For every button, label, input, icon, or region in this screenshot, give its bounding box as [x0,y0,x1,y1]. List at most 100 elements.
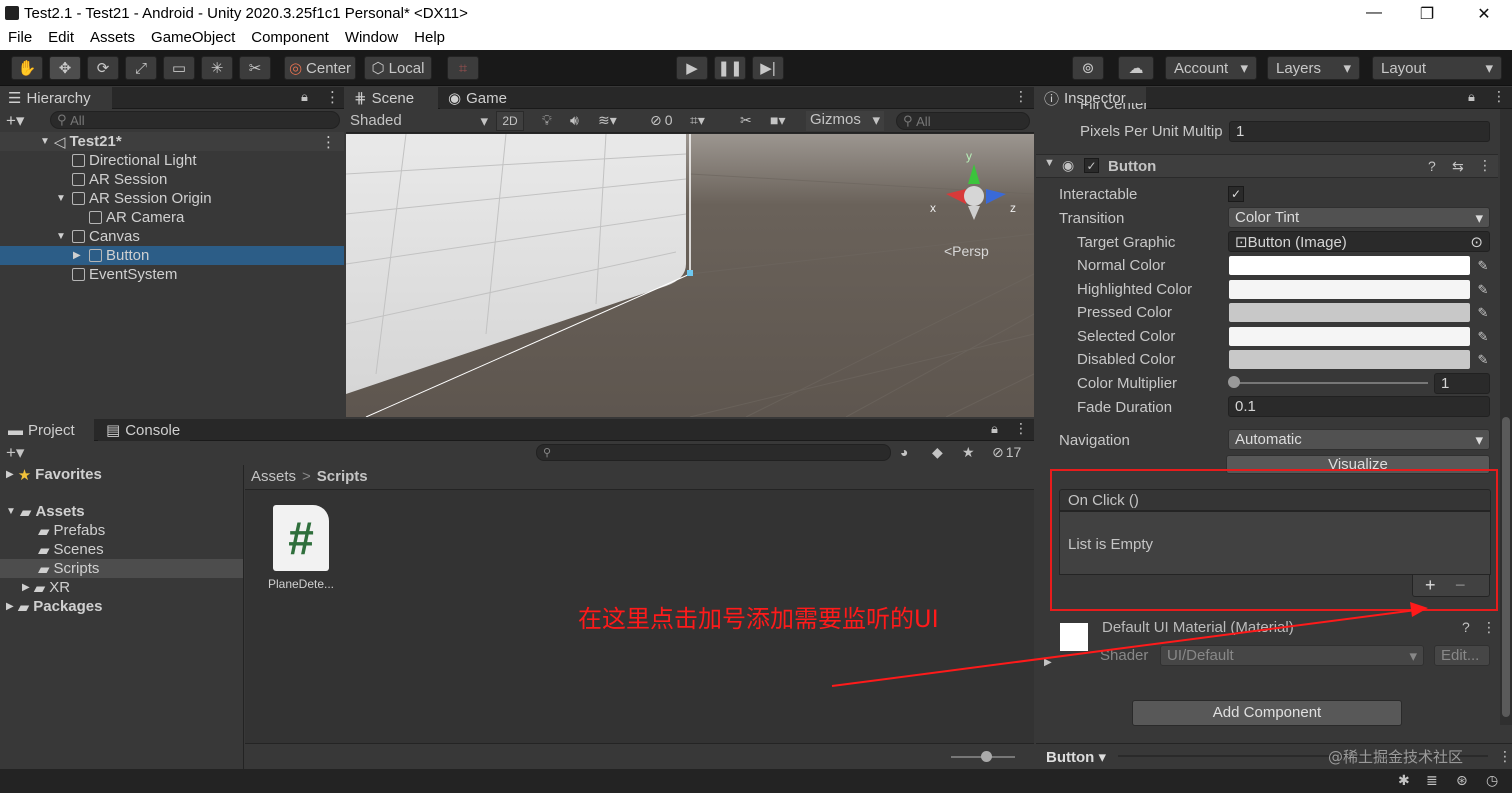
hierarchy-item[interactable]: ▼ Canvas [0,227,344,246]
minimize-button[interactable]: — [1364,4,1384,24]
packages-row[interactable]: ▶ ▰ Packages [6,597,102,616]
preset-icon[interactable]: ⇆ [1452,158,1464,175]
grid-snap-icon[interactable]: ⌗ [447,56,479,80]
menu-file[interactable]: File [0,28,40,50]
transition-dropdown[interactable]: Color Tint ▾ [1228,207,1490,228]
effects-icon[interactable]: ≋▾ [598,112,617,129]
step-button[interactable]: ▶| [752,56,784,80]
target-graphic-field[interactable]: ⊡Button (Image) ⊙ [1228,231,1490,252]
hand-tool-icon[interactable]: ✋ [11,56,43,80]
pressed-color-swatch[interactable] [1229,303,1470,323]
menu-component[interactable]: Component [243,28,337,50]
more-icon[interactable]: ⋮ [325,88,340,106]
eyedropper-icon[interactable]: ✎ [1474,257,1492,275]
add-icon[interactable]: +▾ [6,111,24,131]
eyedropper-icon[interactable]: ✎ [1474,351,1492,369]
more-icon[interactable]: ⋮ [1014,420,1028,437]
rect-tool-icon[interactable]: ▭ [163,56,195,80]
color-multiplier-input[interactable]: 1 [1434,373,1490,394]
bug-icon[interactable]: ✱ [1398,772,1410,789]
eyedropper-icon[interactable]: ✎ [1474,304,1492,322]
inspector-scrollbar-thumb[interactable] [1502,417,1510,717]
layout-dropdown[interactable]: Layout ▾ [1372,56,1502,80]
hidden-objects-toggle[interactable]: ⊘ 0 [650,112,673,129]
chevron-right-icon[interactable]: ▶ [73,250,85,261]
pivot-local-button[interactable]: ⬡ Local [364,56,432,80]
scene-search-input[interactable]: ⚲ All [896,112,1030,130]
disabled-color-swatch[interactable] [1229,350,1470,370]
inspector-scrollbar[interactable] [1500,109,1512,725]
lock-icon[interactable]: 🔒︎ [301,89,308,105]
custom-tool-icon[interactable]: ✂ [239,56,271,80]
tab-project[interactable]: ▬ Project [0,419,94,441]
transform-tool-icon[interactable]: ✳ [201,56,233,80]
assets-row[interactable]: ▼ ▰ Assets [6,502,85,521]
scene-root-row[interactable]: ▼ ◁ Test21* ⋮ [0,132,344,151]
highlighted-color-swatch[interactable] [1229,279,1470,299]
cache-icon[interactable]: ≣ [1426,772,1438,789]
tab-console[interactable]: ▤ Console [98,419,190,441]
audio-icon[interactable]: 🔊︎ [570,112,579,129]
breadcrumb-assets[interactable]: Assets [251,468,296,486]
zoom-slider-thumb[interactable] [981,751,992,762]
layers-dropdown[interactable]: Layers ▾ [1267,56,1360,80]
color-multiplier-slider[interactable] [1232,382,1428,384]
hierarchy-item[interactable]: EventSystem [0,265,344,284]
lighting-icon[interactable]: 💡︎ [542,112,552,129]
more-icon[interactable]: ⋮ [1498,748,1512,765]
scale-tool-icon[interactable]: ⤢ [125,56,157,80]
color-multiplier-thumb[interactable] [1228,376,1240,388]
enabled-checkbox[interactable]: ✓ [1084,158,1099,173]
add-component-button[interactable]: Add Component [1132,700,1402,726]
ppu-input[interactable]: 1 [1229,121,1490,142]
chevron-down-icon[interactable]: ▼ [56,231,68,242]
navigation-dropdown[interactable]: Automatic ▾ [1228,429,1490,450]
auto-generate-lighting-icon[interactable]: ⊛ [1456,772,1468,789]
object-picker-icon[interactable]: ⊙ [1470,233,1483,251]
grid-icon[interactable]: ⌗▾ [690,112,705,129]
hierarchy-item[interactable]: Directional Light [0,151,344,170]
camera-icon[interactable]: ■▾ [770,112,785,129]
progress-icon[interactable]: ◷ [1486,772,1498,789]
filter-label-icon[interactable]: ◆ [932,444,943,461]
menu-gameobject[interactable]: GameObject [143,28,243,50]
hierarchy-item[interactable]: ▼ AR Session Origin [0,189,344,208]
persp-label[interactable]: <Persp [944,243,989,259]
eyedropper-icon[interactable]: ✎ [1474,328,1492,346]
shading-dropdown[interactable]: Shaded ▾ [350,112,488,130]
move-tool-icon[interactable]: ✥ [49,56,81,80]
favorite-star-icon[interactable]: ★ [962,444,975,461]
menu-assets[interactable]: Assets [82,28,143,50]
chevron-right-icon[interactable]: ▶ [1044,657,1052,668]
menu-help[interactable]: Help [406,28,453,50]
tools-icon[interactable]: ✂ [740,112,752,129]
pivot-center-button[interactable]: ◎ Center [284,56,356,80]
project-search-input[interactable]: ⚲ [536,444,891,461]
maximize-button[interactable]: ❐ [1417,4,1437,24]
play-button[interactable]: ▶ [676,56,708,80]
create-icon[interactable]: +▾ [6,443,24,463]
hidden-packages-toggle[interactable]: ⊘ 17 [992,444,1021,461]
close-button[interactable]: ✕ [1474,4,1494,24]
button-component-header[interactable]: ▼ ◉ ✓ Button ? ⇆ ⋮ [1036,154,1498,178]
folder-scenes[interactable]: ▰ Scenes [38,540,104,559]
favorites-row[interactable]: ▶ ★ Favorites [6,465,102,484]
more-icon[interactable]: ⋮ [1014,88,1028,105]
hierarchy-search-input[interactable]: ⚲ All [50,111,340,129]
more-icon[interactable]: ⋮ [1478,157,1492,174]
help-icon[interactable]: ? [1462,619,1470,635]
cloud-icon[interactable]: ☁ [1118,56,1154,80]
rotate-tool-icon[interactable]: ⟳ [87,56,119,80]
preview-dropdown[interactable]: Button ▾ [1046,748,1106,766]
eyedropper-icon[interactable]: ✎ [1474,281,1492,299]
tab-scene[interactable]: ⋕ Scene [346,87,438,109]
interactable-checkbox[interactable]: ✓ [1228,186,1244,202]
more-icon[interactable]: ⋮ [1482,619,1496,636]
menu-window[interactable]: Window [337,28,406,50]
filter-type-icon[interactable]: ◕ [900,444,908,460]
collab-icon[interactable]: ⊚ [1072,56,1104,80]
folder-prefabs[interactable]: ▰ Prefabs [38,521,105,540]
account-dropdown[interactable]: Account ▾ [1165,56,1257,80]
scene-viewport[interactable]: y x z <Persp [346,134,1034,417]
breadcrumb-scripts[interactable]: Scripts [317,468,368,486]
